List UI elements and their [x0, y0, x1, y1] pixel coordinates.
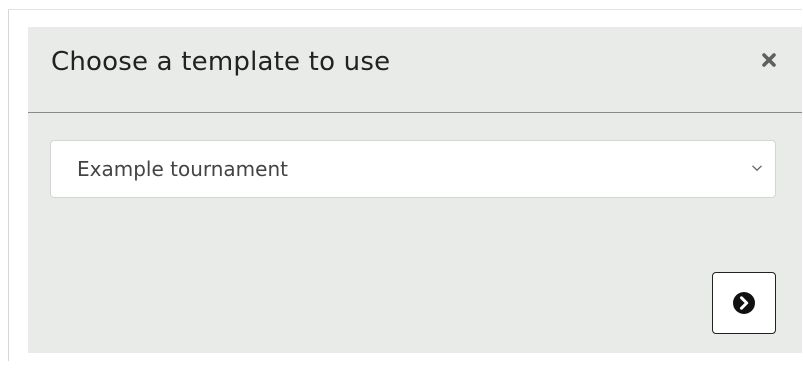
- next-button[interactable]: [712, 272, 776, 334]
- template-select-value: Example tournament: [77, 157, 288, 181]
- chevron-circle-right-icon: [733, 292, 755, 314]
- chevron-down-icon: [752, 165, 762, 172]
- dialog-title: Choose a template to use: [51, 47, 391, 77]
- template-select[interactable]: Example tournament: [50, 140, 776, 198]
- dialog-header: Choose a template to use: [28, 27, 802, 113]
- close-button[interactable]: [758, 49, 780, 71]
- close-icon: [762, 53, 776, 67]
- template-dialog: Choose a template to use Example tournam…: [28, 27, 802, 353]
